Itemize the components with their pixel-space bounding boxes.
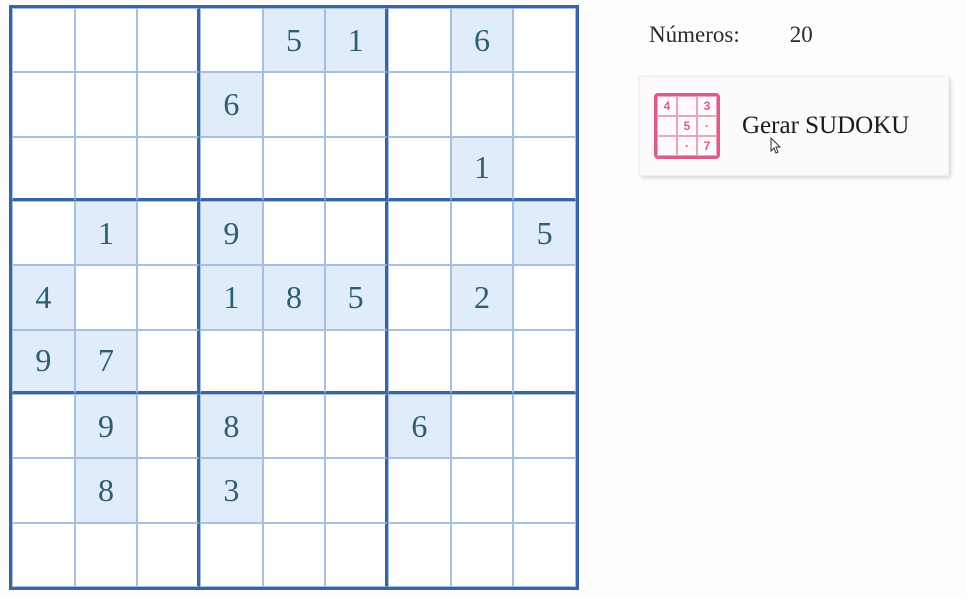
sudoku-cell[interactable]	[388, 201, 451, 265]
mini-icon-cell: ·	[697, 116, 717, 136]
sudoku-cell[interactable]	[75, 72, 138, 136]
sudoku-cell[interactable]	[325, 72, 388, 136]
sudoku-cell[interactable]	[263, 523, 326, 587]
sudoku-cell[interactable]	[513, 72, 576, 136]
sudoku-cell[interactable]	[137, 394, 200, 458]
sudoku-cell[interactable]: 4	[12, 265, 75, 329]
sudoku-cell[interactable]	[137, 523, 200, 587]
sudoku-cell[interactable]	[388, 137, 451, 201]
sudoku-cell[interactable]: 1	[200, 265, 263, 329]
sudoku-cell[interactable]	[388, 72, 451, 136]
sudoku-cell[interactable]: 1	[451, 137, 514, 201]
sudoku-cell[interactable]: 1	[75, 201, 138, 265]
mini-icon-cell	[657, 116, 677, 136]
sudoku-cell[interactable]	[12, 137, 75, 201]
mini-icon-cell	[657, 136, 677, 156]
sudoku-cell[interactable]	[513, 265, 576, 329]
sudoku-cell[interactable]: 3	[200, 458, 263, 522]
sudoku-cell[interactable]	[325, 330, 388, 394]
sudoku-cell[interactable]	[263, 72, 326, 136]
sudoku-cell[interactable]	[451, 72, 514, 136]
sudoku-cell[interactable]	[388, 523, 451, 587]
sudoku-cell[interactable]	[75, 8, 138, 72]
sudoku-cell[interactable]	[137, 458, 200, 522]
sudoku-cell[interactable]	[513, 523, 576, 587]
sudoku-cell[interactable]: 9	[75, 394, 138, 458]
sudoku-cell[interactable]	[137, 330, 200, 394]
sudoku-cell[interactable]	[263, 458, 326, 522]
sudoku-cell[interactable]	[513, 8, 576, 72]
mini-icon-cell	[677, 96, 697, 116]
sudoku-cell[interactable]	[263, 137, 326, 201]
mini-icon-cell: 7	[697, 136, 717, 156]
sudoku-cell[interactable]	[200, 8, 263, 72]
sudoku-cell[interactable]	[325, 458, 388, 522]
sudoku-cell[interactable]	[137, 8, 200, 72]
sudoku-cell[interactable]	[12, 394, 75, 458]
generate-button-label: Gerar SUDOKU	[742, 112, 909, 140]
sidebar: Números: 20 435··7 Gerar SUDOKU	[639, 22, 949, 176]
sudoku-cell[interactable]: 6	[451, 8, 514, 72]
sudoku-cell[interactable]: 5	[263, 8, 326, 72]
sudoku-cell[interactable]	[513, 330, 576, 394]
mini-icon-cell: 3	[697, 96, 717, 116]
sudoku-cell[interactable]	[12, 8, 75, 72]
sudoku-cell[interactable]	[451, 201, 514, 265]
sudoku-cell[interactable]: 7	[75, 330, 138, 394]
mini-icon-cell: ·	[677, 136, 697, 156]
numeros-value: 20	[790, 22, 813, 48]
sudoku-cell[interactable]	[263, 330, 326, 394]
sudoku-cell[interactable]	[388, 458, 451, 522]
sudoku-cell[interactable]	[513, 137, 576, 201]
mini-icon-cell: 4	[657, 96, 677, 116]
sudoku-cell[interactable]	[451, 523, 514, 587]
sudoku-cell[interactable]: 8	[75, 458, 138, 522]
sudoku-cell[interactable]	[451, 330, 514, 394]
sudoku-cell[interactable]: 6	[388, 394, 451, 458]
sudoku-cell[interactable]	[263, 394, 326, 458]
numeros-label: Números:	[649, 22, 740, 48]
sudoku-cell[interactable]	[325, 201, 388, 265]
sudoku-cell[interactable]	[263, 201, 326, 265]
sudoku-cell[interactable]	[75, 265, 138, 329]
sudoku-cell[interactable]: 2	[451, 265, 514, 329]
sudoku-cell[interactable]: 5	[325, 265, 388, 329]
sudoku-cell[interactable]: 9	[200, 201, 263, 265]
sudoku-cell[interactable]	[137, 201, 200, 265]
generate-sudoku-button[interactable]: 435··7 Gerar SUDOKU	[639, 76, 949, 176]
sudoku-cell[interactable]	[200, 330, 263, 394]
sudoku-cell[interactable]	[388, 330, 451, 394]
sudoku-cell[interactable]	[137, 265, 200, 329]
sudoku-cell[interactable]: 6	[200, 72, 263, 136]
cursor-icon	[770, 137, 784, 160]
mini-icon-cell: 5	[677, 116, 697, 136]
sudoku-icon: 435··7	[654, 93, 720, 159]
sudoku-cell[interactable]	[325, 137, 388, 201]
sudoku-cell[interactable]: 5	[513, 201, 576, 265]
sudoku-cell[interactable]	[200, 523, 263, 587]
sudoku-cell[interactable]	[200, 137, 263, 201]
sudoku-cell[interactable]	[75, 137, 138, 201]
sudoku-cell[interactable]: 9	[12, 330, 75, 394]
sudoku-cell[interactable]	[325, 394, 388, 458]
sudoku-cell[interactable]	[75, 523, 138, 587]
sudoku-cell[interactable]	[451, 458, 514, 522]
sudoku-cell[interactable]	[12, 201, 75, 265]
sudoku-cell[interactable]	[388, 265, 451, 329]
sudoku-cell[interactable]	[137, 72, 200, 136]
sudoku-cell[interactable]	[12, 458, 75, 522]
sudoku-cell[interactable]	[137, 137, 200, 201]
sudoku-cell[interactable]	[12, 72, 75, 136]
sudoku-cell[interactable]	[388, 8, 451, 72]
sudoku-board[interactable]: 51661195418529798683	[9, 5, 579, 590]
sudoku-cell[interactable]	[12, 523, 75, 587]
sudoku-cell[interactable]: 8	[263, 265, 326, 329]
sudoku-cell[interactable]	[325, 523, 388, 587]
sudoku-cell[interactable]	[513, 458, 576, 522]
sudoku-cell[interactable]	[513, 394, 576, 458]
sudoku-cell[interactable]	[451, 394, 514, 458]
sudoku-cell[interactable]: 8	[200, 394, 263, 458]
numeros-row: Números: 20	[649, 22, 949, 48]
sudoku-cell[interactable]: 1	[325, 8, 388, 72]
